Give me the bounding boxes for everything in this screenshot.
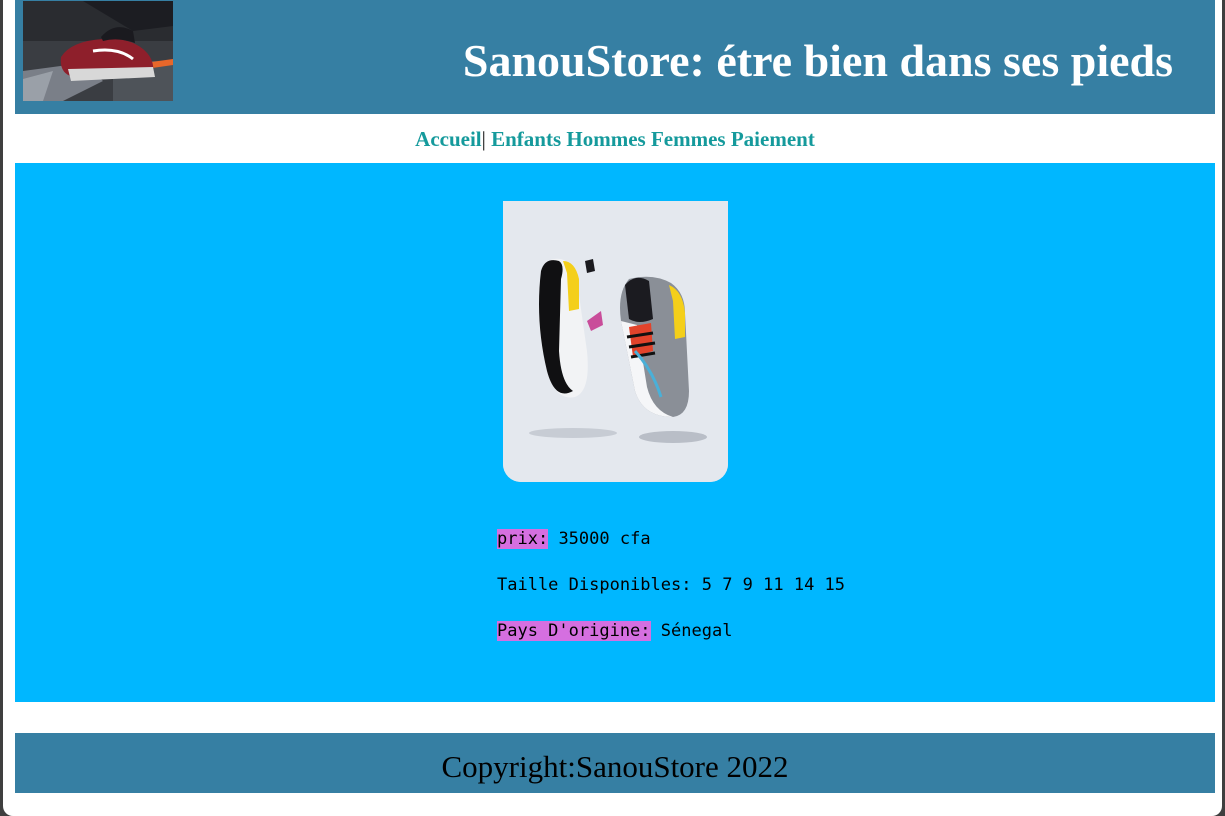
price-value: 35000 cfa (558, 529, 651, 549)
site-title: SanouStore: étre bien dans ses pieds (462, 35, 1173, 86)
nav-link-enfants[interactable]: Enfants (491, 127, 561, 151)
price-row: prix: 35000 cfa (497, 529, 651, 549)
sizes-value: 5 7 9 11 14 15 (701, 575, 846, 595)
sizes-row: Taille Disponibles: 5 7 9 11 14 15 (497, 575, 845, 595)
sizes-label: Taille Disponibles: (497, 575, 692, 595)
copyright-text: Copyright:SanouStore 2022 (441, 749, 789, 784)
origin-value: Sénegal (660, 621, 733, 641)
main-nav: Accueil| Enfants Hommes Femmes Paiement (15, 126, 1215, 152)
product-image (503, 201, 728, 482)
logo-shoe-photo (23, 1, 173, 101)
header: SanouStore: étre bien dans ses pieds (15, 0, 1215, 114)
nav-link-hommes[interactable]: Hommes (566, 127, 645, 151)
nav-link-accueil[interactable]: Accueil (415, 127, 481, 151)
nav-link-femmes[interactable]: Femmes (651, 127, 726, 151)
page: SanouStore: étre bien dans ses pieds Acc… (3, 0, 1222, 816)
nav-separator: | (481, 127, 486, 151)
origin-label: Pays D'origine: (497, 621, 651, 641)
origin-row: Pays D'origine: Sénegal (497, 621, 732, 641)
nav-link-paiement[interactable]: Paiement (731, 127, 815, 151)
price-label: prix: (497, 529, 549, 549)
footer: Copyright:SanouStore 2022 (15, 733, 1215, 793)
product-section: prix: 35000 cfa Taille Disponibles: 5 7 … (15, 163, 1215, 702)
